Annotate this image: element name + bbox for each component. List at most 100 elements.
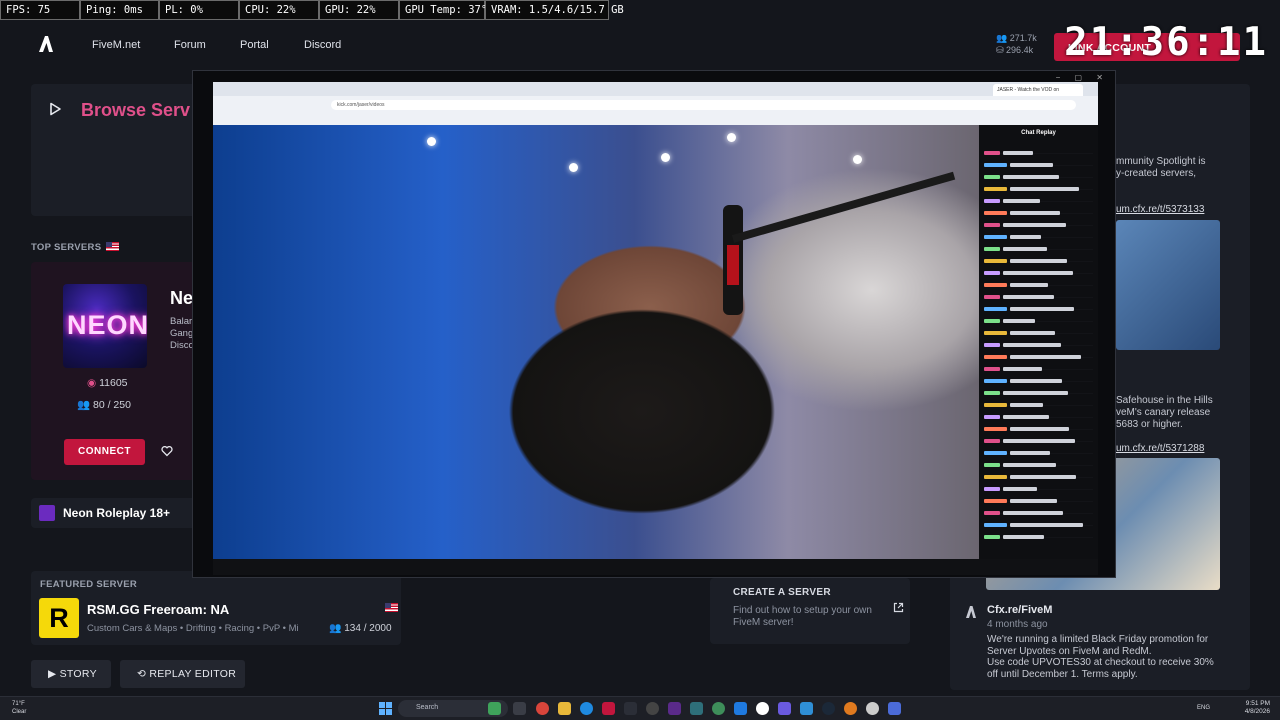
app-icon[interactable] <box>668 702 681 715</box>
browser-tab: JASER - Watch the VOD on <box>993 84 1083 96</box>
news-author[interactable]: Cfx.re/FiveM <box>987 604 1052 616</box>
servers-count: 296.4k <box>1006 45 1034 55</box>
create-server-desc: Find out how to setup your own FiveM ser… <box>733 605 872 628</box>
window-controls[interactable]: − ▢ ✕ <box>1056 73 1109 82</box>
chat-message <box>984 466 1093 479</box>
browse-servers-panel[interactable]: Browse Serv <box>31 84 201 216</box>
chat-replay-panel: Chat Replay <box>979 125 1098 559</box>
featured-server-label: FEATURED SERVER <box>40 579 138 590</box>
nav-forum[interactable]: Forum <box>174 39 206 51</box>
chat-message <box>984 394 1093 407</box>
app-icon[interactable] <box>866 702 879 715</box>
player-count: 80 / 250 <box>93 399 131 411</box>
vram-stat: VRAM: 1.5/4.6/15.7 GB <box>485 0 624 20</box>
featured-player-count: 134 / 2000 <box>344 623 392 634</box>
app-icon[interactable] <box>488 702 501 715</box>
chat-message <box>984 526 1093 539</box>
chat-message <box>984 214 1093 227</box>
server-upvotes: ◉ 11605 <box>87 377 128 389</box>
chat-message <box>984 406 1093 419</box>
server-icon <box>39 505 55 521</box>
fivem-taskbar-icon[interactable] <box>888 702 901 715</box>
chat-message <box>984 238 1093 251</box>
app-icon[interactable] <box>712 702 725 715</box>
chat-message <box>984 298 1093 311</box>
chat-message <box>984 322 1093 335</box>
nav-discord[interactable]: Discord <box>304 39 341 51</box>
favorite-heart-icon[interactable] <box>161 445 173 457</box>
story-label: STORY <box>59 668 97 680</box>
chat-message <box>984 502 1093 515</box>
news-link-2[interactable]: um.cfx.re/t/5371288 <box>1116 443 1204 454</box>
featured-server-logo: R <box>39 598 79 638</box>
news-link-1[interactable]: um.cfx.re/t/5373133 <box>1116 204 1204 215</box>
tray-date: 4/8/2026 <box>1244 708 1270 715</box>
mic-boom-arm <box>731 171 956 243</box>
folder-icon[interactable] <box>558 702 571 715</box>
chat-message <box>984 454 1093 467</box>
app-icon[interactable] <box>624 702 637 715</box>
chat-message <box>984 418 1093 431</box>
app-icon[interactable] <box>690 702 703 715</box>
create-server-panel[interactable]: CREATE A SERVER Find out how to setup yo… <box>710 578 910 644</box>
browser-tab-strip <box>213 82 1098 96</box>
gpu-stat: GPU: 22% <box>319 0 399 20</box>
app-icon[interactable] <box>756 702 769 715</box>
microphone <box>723 205 743 315</box>
chat-message <box>984 490 1093 503</box>
chat-message <box>984 346 1093 359</box>
users-icon: 👥 <box>996 33 1010 43</box>
app-icon[interactable] <box>646 702 659 715</box>
embedded-taskbar <box>213 559 1098 575</box>
file-explorer-icon[interactable] <box>513 702 526 715</box>
app-icon[interactable] <box>778 702 791 715</box>
clock-overlay: 21:36:11 <box>1064 20 1268 65</box>
nav-portal[interactable]: Portal <box>240 39 269 51</box>
featured-server-panel[interactable]: FEATURED SERVER R RSM.GG Freeroam: NA Cu… <box>31 571 401 645</box>
connect-button[interactable]: CONNECT <box>64 439 145 465</box>
packet-loss-stat: PL: 0% <box>159 0 239 20</box>
ping-stat: Ping: 0ms <box>80 0 159 20</box>
top-servers-label: TOP SERVERS <box>31 242 120 253</box>
language-indicator[interactable]: ENG <box>1197 705 1210 711</box>
create-server-title: CREATE A SERVER <box>733 587 831 598</box>
weather-temp: 71°F <box>12 701 25 707</box>
chat-message <box>984 430 1093 443</box>
nav-fivem-net[interactable]: FiveM.net <box>92 39 140 51</box>
video-overlay-window[interactable]: − ▢ ✕ JASER - Watch the VOD on kick.com/… <box>192 70 1116 578</box>
weather-widget[interactable]: 71°F Clear <box>12 700 26 716</box>
ceiling-light <box>427 137 436 146</box>
chat-username <box>984 535 1000 539</box>
steam-icon[interactable] <box>822 702 835 715</box>
edge-icon[interactable] <box>580 702 593 715</box>
featured-server-name: RSM.GG Freeroam: NA <box>87 602 230 617</box>
chat-message <box>984 442 1093 455</box>
fivem-logo-icon[interactable] <box>36 34 56 54</box>
windows-taskbar: 71°F Clear Search ENG 9:51 PM 4/8/2026 <box>0 696 1280 720</box>
app-icon[interactable] <box>844 702 857 715</box>
news-line: Safehouse in the Hills <box>1116 395 1213 406</box>
replay-editor-button[interactable]: ⟲ REPLAY EDITOR <box>120 660 245 688</box>
chat-message <box>984 142 1093 155</box>
system-clock[interactable]: 9:51 PM 4/8/2026 <box>1245 700 1270 716</box>
external-link-icon <box>893 602 904 613</box>
chrome-icon[interactable] <box>536 702 549 715</box>
ceiling-light <box>853 155 862 164</box>
replay-icon: ⟲ <box>137 668 150 680</box>
app-icon[interactable] <box>734 702 747 715</box>
chat-text <box>1003 535 1044 539</box>
server-desc-line: Balar <box>170 316 193 327</box>
windows-start-icon[interactable] <box>379 702 392 715</box>
app-icon[interactable] <box>602 702 615 715</box>
story-button[interactable]: ▶ STORY <box>31 660 111 688</box>
app-icon[interactable] <box>800 702 813 715</box>
ceiling-light <box>727 133 736 142</box>
chat-message <box>984 286 1093 299</box>
top-server-card[interactable]: NEON Ne Balar Gang Disco ◉ 11605 👥 80 / … <box>31 262 201 480</box>
community-spotlight-image[interactable] <box>1116 220 1220 350</box>
embedded-browser: JASER - Watch the VOD on kick.com/jaser/… <box>213 82 1098 125</box>
server-description: Balar Gang Disco <box>170 316 194 352</box>
server-list-item[interactable]: Neon Roleplay 18+ <box>31 498 201 528</box>
chat-message <box>984 202 1093 215</box>
tray-time: 9:51 PM <box>1245 700 1270 707</box>
